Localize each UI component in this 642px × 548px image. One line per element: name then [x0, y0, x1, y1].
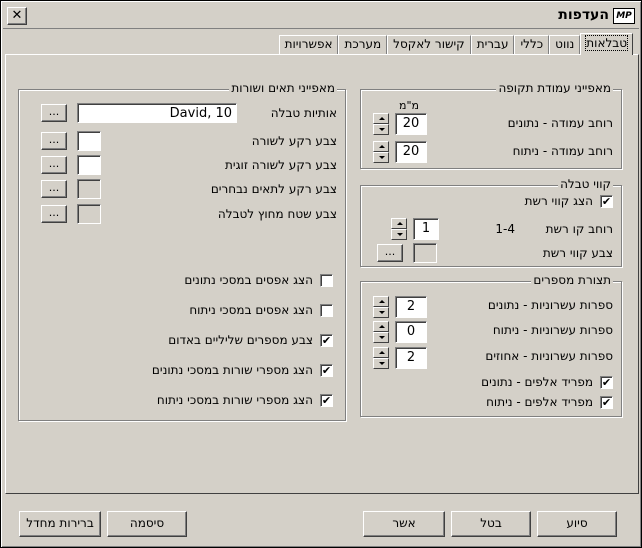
tab-system[interactable]: מערכת: [338, 35, 388, 55]
cells-rows-title: מאפייני תאים ושורות: [229, 81, 337, 95]
password-button[interactable]: סיסמה: [107, 511, 187, 537]
period-column-title: מאפייני עמודת תקופה: [496, 81, 613, 95]
thousands-sep-data-checkbox[interactable]: ✔: [600, 376, 613, 389]
decimals-data-field[interactable]: 2: [395, 296, 427, 318]
col-width-data-spinner[interactable]: [373, 113, 389, 135]
show-zeros-analysis-label: הצג אפסים במסכי ניתוח: [189, 303, 313, 317]
help-button[interactable]: סיוע: [537, 511, 617, 537]
tab-navigator[interactable]: נווט: [549, 35, 581, 55]
number-format-group: תצורת מספרים ספרות עשרוניות - נתונים 2 ס…: [360, 273, 622, 417]
row-numbers-data-label: הצג מספרי שורות במסכי נתונים: [151, 363, 313, 377]
col-width-analysis-spinner[interactable]: [373, 141, 389, 163]
decimals-percent-field[interactable]: 2: [395, 347, 427, 369]
row-bg-button[interactable]: ...: [41, 132, 67, 150]
outside-area-color-label: צבע שטח מחוץ לטבלה: [217, 207, 337, 221]
tab-tables[interactable]: טבלאות: [580, 33, 633, 55]
table-font-field: David, 10: [77, 103, 237, 123]
col-width-data-field[interactable]: 20: [395, 113, 427, 135]
grid-lines-title: קווי טבלה: [558, 177, 613, 191]
outside-area-color-swatch: [77, 204, 101, 224]
thousands-sep-analysis-label: מפריד אלפים - ניתוח: [486, 395, 593, 409]
spin-down-icon[interactable]: [391, 229, 407, 240]
defaults-button[interactable]: ברירות מחדל: [19, 511, 101, 537]
col-width-data-label: רוחב עמודה - נתונים: [507, 116, 613, 130]
grid-color-swatch: [413, 243, 437, 263]
row-bg-swatch: [77, 131, 101, 151]
thousands-sep-analysis-checkbox[interactable]: ✔: [600, 396, 613, 409]
spin-down-icon[interactable]: [373, 358, 389, 369]
unit-label: מ"מ: [399, 99, 420, 112]
even-row-bg-label: צבע רקע לשורה זוגית: [225, 158, 337, 172]
grid-width-spinner[interactable]: [391, 218, 407, 240]
decimals-data-spinner[interactable]: [373, 296, 389, 318]
grid-color-button[interactable]: ...: [377, 244, 403, 262]
spin-up-icon[interactable]: [373, 347, 389, 358]
even-row-bg-swatch: [77, 155, 101, 175]
app-icon: MP: [613, 8, 635, 24]
grid-lines-group: קווי טבלה הצג קווי רשת ✔ רוחב קו רשת 1-4…: [360, 177, 622, 267]
spin-up-icon[interactable]: [373, 113, 389, 124]
decimals-percent-spinner[interactable]: [373, 347, 389, 369]
decimals-analysis-spinner[interactable]: [373, 321, 389, 343]
thousands-sep-data-label: מפריד אלפים - נתונים: [481, 375, 593, 389]
spin-up-icon[interactable]: [373, 321, 389, 332]
col-width-analysis-label: רוחב עמודה - ניתוח: [512, 144, 613, 158]
tab-options[interactable]: אפשרויות: [278, 35, 339, 55]
preferences-window: ✕ העדפות MP טבלאות נווט כללי עברית קישור…: [0, 0, 642, 548]
window-title: העדפות: [558, 7, 609, 23]
show-grid-checkbox[interactable]: ✔: [600, 195, 613, 208]
tab-strip: טבלאות נווט כללי עברית קישור לאקסל מערכת…: [278, 33, 633, 55]
decimals-analysis-label: ספרות עשרוניות - ניתוח: [492, 323, 613, 337]
row-numbers-analysis-label: הצג מספרי שורות במסכי ניתוח: [156, 393, 313, 407]
decimals-analysis-field[interactable]: 0: [395, 321, 427, 343]
show-zeros-analysis-checkbox[interactable]: [320, 304, 333, 317]
tab-hebrew[interactable]: עברית: [470, 35, 515, 55]
spin-down-icon[interactable]: [373, 332, 389, 343]
row-numbers-data-checkbox[interactable]: ✔: [320, 364, 333, 377]
title-bar: ✕ העדפות MP: [3, 3, 639, 29]
grid-width-range: 1-4: [495, 222, 515, 236]
spin-down-icon[interactable]: [373, 152, 389, 163]
negative-red-label: צבע מספרים שליליים באדום: [168, 333, 313, 347]
tab-excel-link[interactable]: קישור לאקסל: [387, 35, 471, 55]
row-numbers-analysis-checkbox[interactable]: ✔: [320, 394, 333, 407]
negative-red-checkbox[interactable]: ✔: [320, 334, 333, 347]
period-column-group: מאפייני עמודת תקופה מ"מ רוחב עמודה - נתו…: [360, 81, 622, 169]
decimals-percent-label: ספרות עשרוניות - אחוזים: [485, 349, 613, 363]
outside-area-color-button[interactable]: ...: [41, 205, 67, 223]
tab-general[interactable]: כללי: [514, 35, 550, 55]
even-row-bg-button[interactable]: ...: [41, 156, 67, 174]
spin-up-icon[interactable]: [391, 218, 407, 229]
table-font-button[interactable]: ...: [41, 104, 67, 122]
col-width-analysis-field[interactable]: 20: [395, 141, 427, 163]
close-button[interactable]: ✕: [7, 7, 27, 25]
grid-color-label: צבע קווי רשת: [542, 246, 613, 260]
show-grid-label: הצג קווי רשת: [524, 194, 593, 208]
grid-width-field[interactable]: 1: [413, 218, 439, 240]
decimals-data-label: ספרות עשרוניות - נתונים: [487, 298, 613, 312]
spin-up-icon[interactable]: [373, 296, 389, 307]
ok-button[interactable]: אשר: [363, 511, 445, 537]
tab-panel-tables: מאפייני תאים ושורות אותיות טבלה David, 1…: [5, 54, 639, 494]
cancel-button[interactable]: בטל: [451, 511, 531, 537]
row-bg-label: צבע רקע לשורה: [251, 134, 337, 148]
selected-cells-bg-button[interactable]: ...: [41, 180, 67, 198]
show-zeros-data-checkbox[interactable]: [320, 274, 333, 287]
spin-up-icon[interactable]: [373, 141, 389, 152]
number-format-title: תצורת מספרים: [531, 273, 613, 287]
cells-rows-group: מאפייני תאים ושורות אותיות טבלה David, 1…: [18, 81, 346, 421]
selected-cells-bg-swatch: [77, 179, 101, 199]
table-font-label: אותיות טבלה: [270, 106, 337, 120]
grid-width-label: רוחב קו רשת: [545, 222, 613, 236]
show-zeros-data-label: הצג אפסים במסכי נתונים: [184, 273, 313, 287]
selected-cells-bg-label: צבע רקע לתאים נבחרים: [210, 182, 337, 196]
spin-down-icon[interactable]: [373, 124, 389, 135]
spin-down-icon[interactable]: [373, 307, 389, 318]
